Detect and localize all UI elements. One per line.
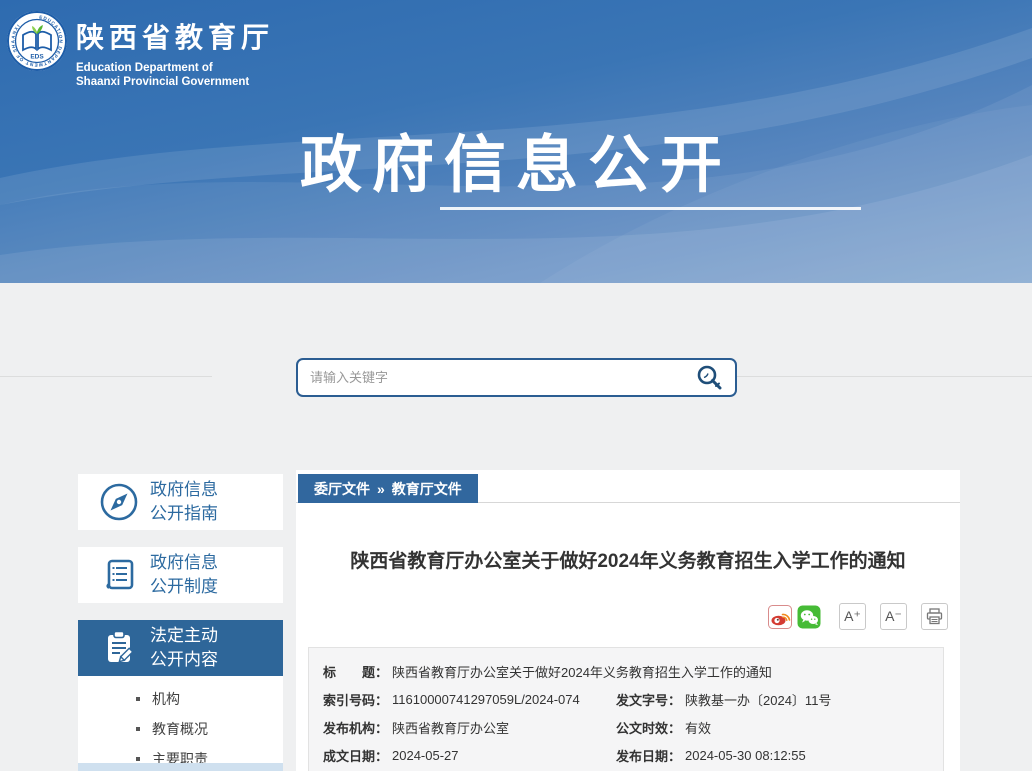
sidebar-item-proactive-disclosure[interactable]: 法定主动 公开内容 <box>78 620 283 676</box>
sidebar-submenu: 机构 教育概况 主要职责 <box>78 676 283 767</box>
sidebar-item-label: 政府信息 公开制度 <box>150 553 218 596</box>
sidebar-item-label: 政府信息 公开指南 <box>150 480 218 523</box>
article-title: 陕西省教育厅办公室关于做好2024年义务教育招生入学工作的通知 <box>350 551 906 572</box>
org-name-en-line2: Shaanxi Provincial Government <box>76 76 250 88</box>
search-icon <box>697 365 722 389</box>
meta-label: 成文日期： <box>323 748 389 764</box>
meta-label: 标 题： <box>323 664 389 680</box>
bullet-square-icon <box>136 696 140 701</box>
sidebar-subitem-label: 机构 <box>152 690 180 707</box>
divider-line-right <box>737 376 1032 377</box>
meta-row: 发布机构： 陕西省教育厅办公室 公文时效： 有效 <box>323 713 943 741</box>
sidebar-item-label: 法定主动 公开内容 <box>150 626 218 669</box>
org-name-en: Education Department of Shaanxi Provinci… <box>76 61 274 89</box>
font-increase-button[interactable]: A⁺ <box>839 603 866 630</box>
breadcrumb-section[interactable]: 委厅文件 <box>314 479 370 499</box>
meta-value: 2024-05-27 <box>392 747 459 763</box>
meta-label: 索引号码： <box>323 692 389 708</box>
svg-text:EDS: EDS <box>30 54 44 61</box>
sidebar-item-disclosure-guide[interactable]: 政府信息 公开指南 <box>78 474 283 530</box>
meta-row: 索引号码： 11610000741297059L/2024-074 发文字号： … <box>323 685 943 713</box>
search-input[interactable] <box>310 370 691 385</box>
org-name-block: 陕西省教育厅 Education Department of Shaanxi P… <box>76 16 274 89</box>
main-panel: 委厅文件 » 教育厅文件 陕西省教育厅办公室关于做好2024年义务教育招生入学工… <box>296 470 960 771</box>
sidebar-subitem-label: 教育概况 <box>152 720 208 737</box>
weibo-share-icon[interactable] <box>768 604 792 629</box>
meta-row: 成文日期： 2024-05-27 发布日期： 2024-05-30 08:12:… <box>323 741 943 769</box>
compass-icon <box>100 483 138 521</box>
org-logo-icon: EDUCATION DEPARTMENT OF SHAANXI EDS <box>7 11 67 71</box>
meta-label: 发布日期： <box>616 748 682 764</box>
sidebar-item-disclosure-rules[interactable]: 政府信息 公开制度 <box>78 547 283 603</box>
banner-underline <box>440 207 861 210</box>
sidebar-next-item-edge <box>78 763 283 771</box>
article-toolbar: A⁺ A⁻ <box>768 603 948 630</box>
org-name-zh: 陕西省教育厅 <box>76 22 275 53</box>
font-decrease-button[interactable]: A⁻ <box>880 603 907 630</box>
search-box <box>296 358 737 397</box>
org-name-en-line1: Education Department of <box>76 62 213 74</box>
meta-value: 陕西省教育厅办公室 <box>392 720 510 736</box>
meta-value: 11610000741297059L/2024-074 <box>392 691 580 707</box>
search-button[interactable] <box>691 362 727 394</box>
printer-icon <box>926 608 943 625</box>
divider-line-left <box>0 376 212 377</box>
meta-label: 发文字号： <box>616 692 682 708</box>
breadcrumb-separator-icon: » <box>377 480 385 497</box>
meta-value: 陕教基一办〔2024〕11号 <box>685 692 832 708</box>
hero-banner: EDUCATION DEPARTMENT OF SHAANXI EDS 陕西省教… <box>0 0 1032 283</box>
meta-row-title: 标 题： 陕西省教育厅办公室关于做好2024年义务教育招生入学工作的通知 <box>323 657 943 685</box>
font-increase-label: A⁺ <box>844 608 861 624</box>
content-area: 政府信息 公开指南 政府信息 公开制度 <box>0 283 1032 771</box>
sidebar-subitem-organization[interactable]: 机构 <box>136 685 283 712</box>
clipboard-pencil-icon <box>108 630 134 663</box>
meta-value: 陕西省教育厅办公室关于做好2024年义务教育招生入学工作的通知 <box>392 664 772 680</box>
breadcrumb-current[interactable]: 教育厅文件 <box>392 479 462 499</box>
breadcrumb: 委厅文件 » 教育厅文件 <box>298 474 478 503</box>
page: EDUCATION DEPARTMENT OF SHAANXI EDS 陕西省教… <box>0 0 1032 771</box>
font-decrease-label: A⁻ <box>885 608 902 624</box>
meta-value: 2024-05-30 08:12:55 <box>685 747 806 763</box>
sidebar-subitem-education-overview[interactable]: 教育概况 <box>136 715 283 742</box>
bullet-square-icon <box>136 726 140 731</box>
meta-value: 有效 <box>685 720 712 736</box>
meta-label: 发布机构： <box>323 720 389 736</box>
rules-book-icon <box>106 559 134 590</box>
bullet-square-icon <box>136 756 140 761</box>
banner-title: 政府信息公开 <box>299 131 732 200</box>
wechat-share-icon[interactable] <box>797 605 821 629</box>
print-button[interactable] <box>921 603 948 630</box>
document-meta-table: 标 题： 陕西省教育厅办公室关于做好2024年义务教育招生入学工作的通知 索引号… <box>308 647 944 771</box>
meta-label: 公文时效： <box>616 720 682 736</box>
